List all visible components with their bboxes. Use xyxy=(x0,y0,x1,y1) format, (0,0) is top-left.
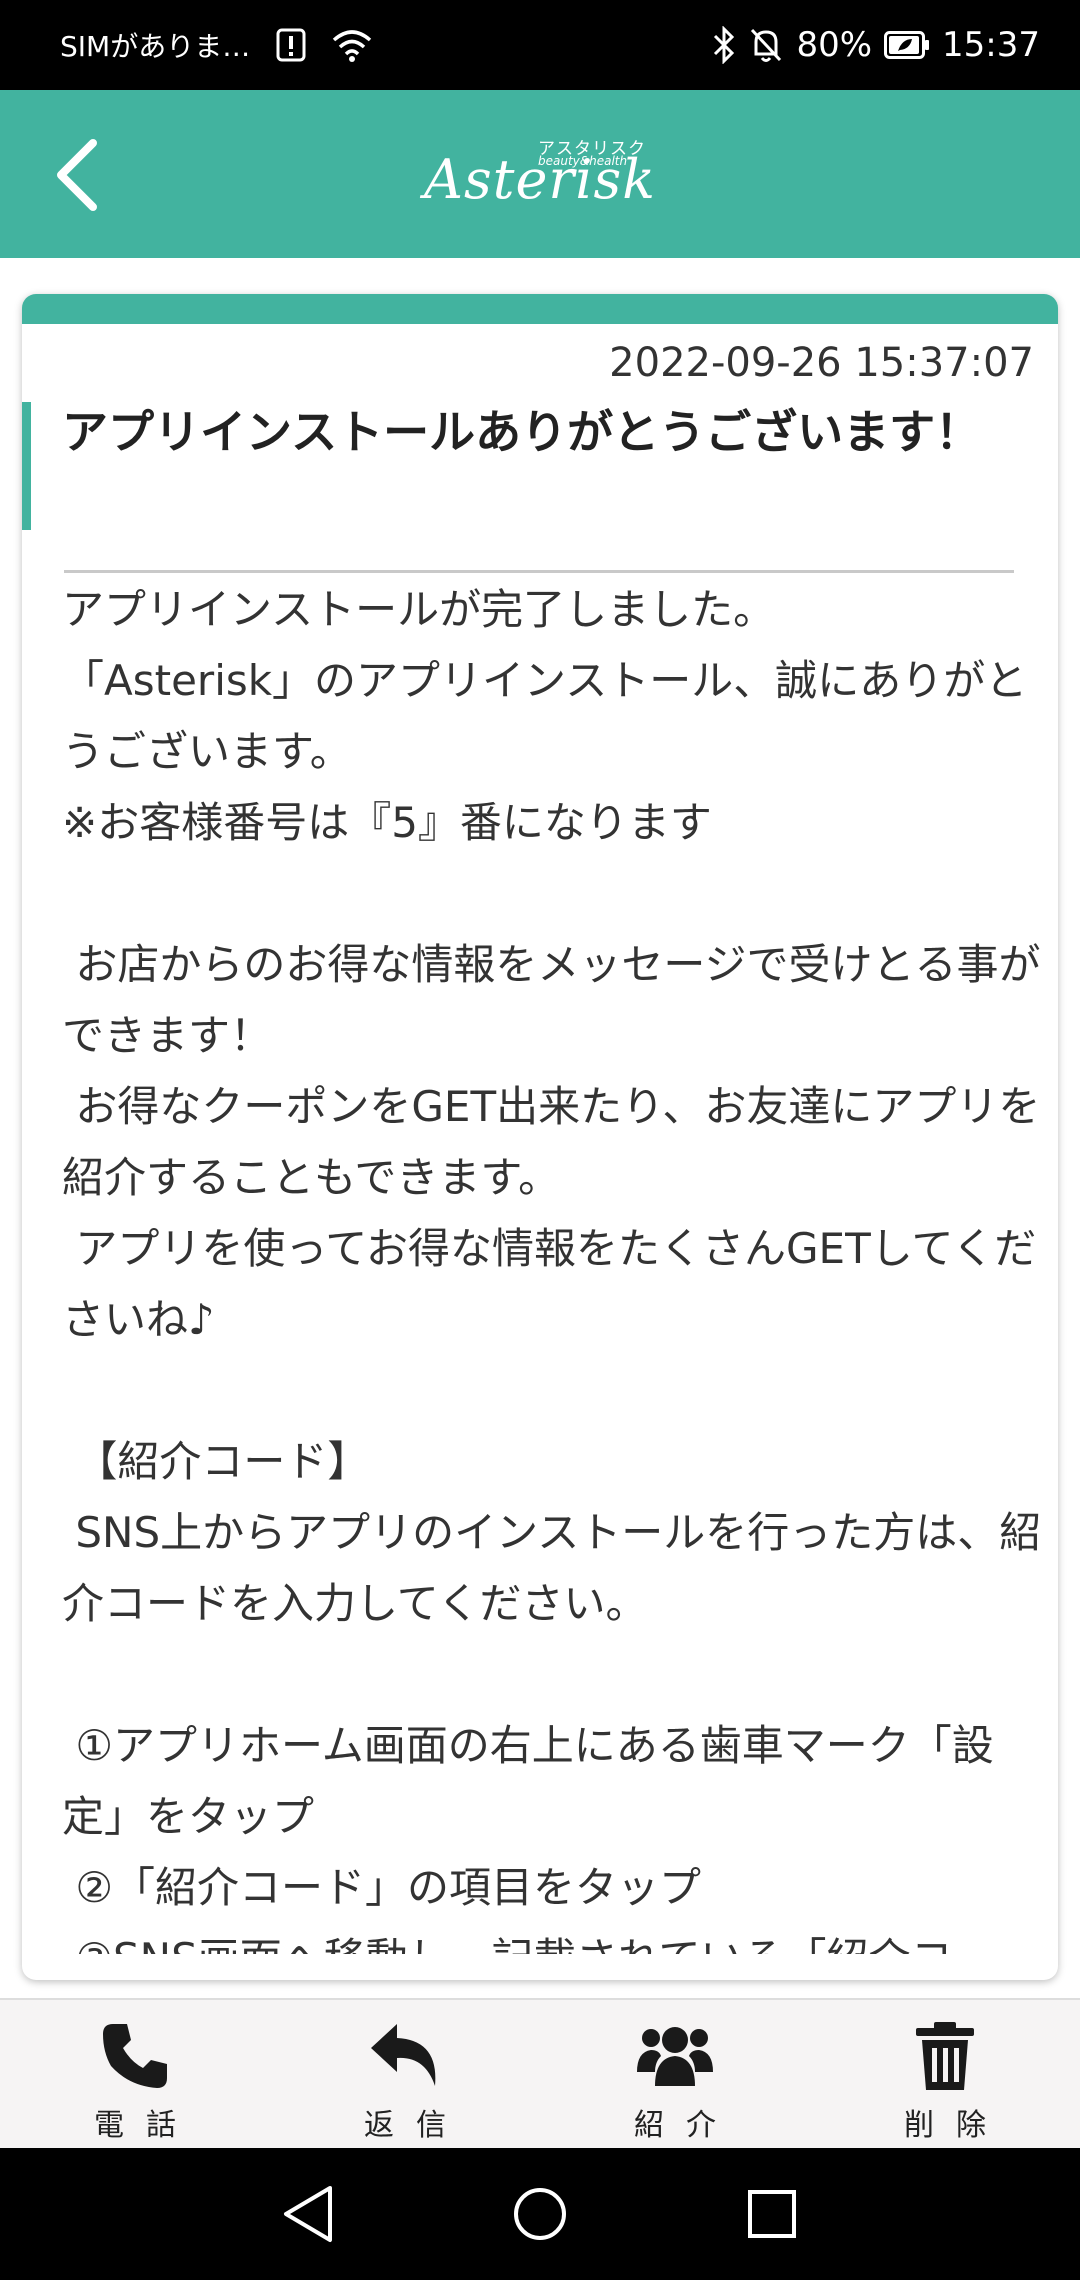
carrier-text: SIMがありま… xyxy=(60,30,251,63)
back-button[interactable] xyxy=(42,130,112,220)
introduce-button[interactable]: 紹介 xyxy=(540,2000,810,2150)
logo-wordmark: Asterisk xyxy=(424,148,656,211)
title-divider xyxy=(64,570,1014,573)
triangle-back-icon xyxy=(284,2186,332,2242)
circle-home-icon xyxy=(514,2188,566,2240)
delete-button[interactable]: 削除 xyxy=(810,2000,1080,2150)
app-header: アスタリスク beauty&health Asterisk xyxy=(0,90,1080,258)
message-body[interactable]: アプリインストールが完了しました。 「Asterisk」のアプリインストール、誠… xyxy=(62,574,1042,1954)
bluetooth-icon xyxy=(712,26,736,64)
wifi-icon xyxy=(332,28,372,62)
phone-button[interactable]: 電話 xyxy=(0,2000,270,2150)
reply-icon xyxy=(371,2024,436,2086)
app-logo: アスタリスク beauty&health Asterisk xyxy=(420,130,660,220)
chevron-left-icon xyxy=(57,139,97,211)
bell-off-icon xyxy=(748,26,784,64)
introduce-label: 紹介 xyxy=(634,2108,738,2143)
phone-label: 電話 xyxy=(94,2108,198,2143)
reply-button[interactable]: 返信 xyxy=(270,2000,540,2150)
message-card: 2022-09-26 15:37:07 アプリインストールありがとうございます！… xyxy=(22,294,1058,1980)
trash-icon xyxy=(916,2022,974,2090)
delete-label: 削除 xyxy=(904,2108,1008,2143)
system-home-button[interactable] xyxy=(504,2178,576,2250)
phone-icon xyxy=(103,2024,167,2088)
status-left: SIMがありま… xyxy=(60,0,372,90)
system-back-button[interactable] xyxy=(272,2178,344,2250)
message-date: 2022-09-26 15:37:07 xyxy=(609,340,1034,386)
status-right: 80% 15:37 xyxy=(712,0,1040,90)
battery-icon xyxy=(884,31,930,59)
message-title: アプリインストールありがとうございます！ xyxy=(62,405,982,459)
battery-percent: 80% xyxy=(796,25,873,65)
title-accent-bar xyxy=(22,402,31,530)
system-nav-bar xyxy=(0,2148,1080,2280)
status-bar: SIMがありま… 80% 15:37 xyxy=(0,0,1080,90)
bottom-nav: 電話 返信 紹介 削除 xyxy=(0,1998,1080,2148)
reply-label: 返信 xyxy=(364,2108,468,2143)
square-recents-icon xyxy=(748,2190,796,2238)
clock: 15:37 xyxy=(942,25,1040,65)
card-top-bar xyxy=(22,294,1058,324)
users-icon xyxy=(637,2027,713,2086)
system-recents-button[interactable] xyxy=(736,2178,808,2250)
alert-icon xyxy=(276,28,306,62)
